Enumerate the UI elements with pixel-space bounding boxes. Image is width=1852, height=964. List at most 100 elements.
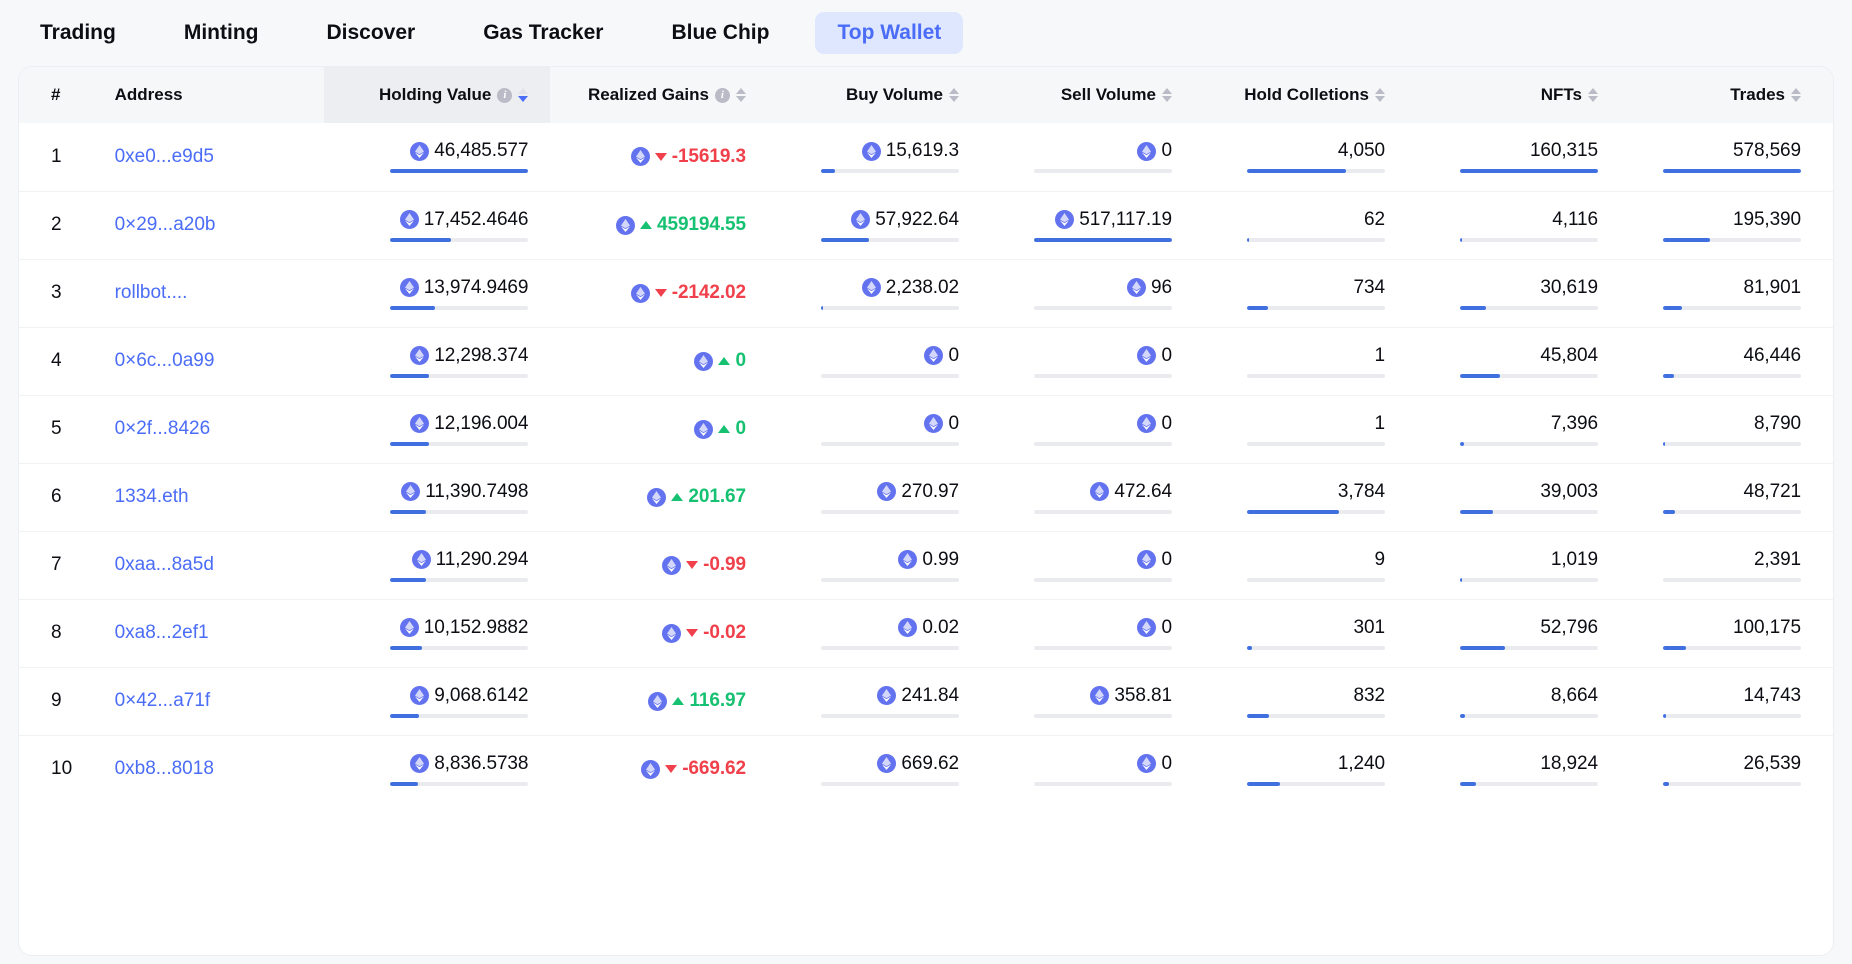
cell-hold: 11,390.7498	[324, 463, 551, 531]
buy-value-row: 0	[924, 413, 959, 435]
nav-item-trading[interactable]: Trading	[18, 12, 138, 54]
nft-progress-bar	[1459, 441, 1598, 446]
hold-cell-content: 9,068.6142	[324, 685, 528, 718]
trd-cell-content: 26,539	[1620, 753, 1801, 786]
buy-value: 0	[948, 344, 959, 366]
nft-cell-content: 1,019	[1407, 549, 1598, 582]
address-link[interactable]: 0×2f...8426	[115, 418, 211, 439]
nav-item-gas-tracker[interactable]: Gas Tracker	[461, 12, 625, 54]
cell-gain: -0.02	[550, 599, 768, 667]
nft-progress-bar	[1459, 509, 1598, 514]
table-header: # Address Holding Value i Realized Gains i Buy…	[19, 67, 1833, 123]
sell-value: 0	[1161, 548, 1172, 570]
header-label-nft: NFTs	[1540, 85, 1582, 104]
table-row[interactable]: 3 rollbot.... 13,974.9469 -2142.02 2,238.02 9…	[19, 259, 1833, 327]
address-link[interactable]: 0×29...a20b	[115, 214, 216, 235]
info-icon[interactable]: i	[497, 87, 513, 103]
table-row[interactable]: 9 0×42...a71f 9,068.6142 116.97 241.84 358.81…	[19, 667, 1833, 735]
nft-progress-bar	[1459, 305, 1598, 310]
sort-arrows-icon[interactable]	[1161, 88, 1172, 102]
top-wallet-table-card: # Address Holding Value i Realized Gains i Buy…	[18, 66, 1834, 956]
sort-arrows-icon[interactable]	[735, 88, 746, 102]
cell-nft: 4,116	[1407, 191, 1620, 259]
address-link[interactable]: 0xaa...8a5d	[115, 554, 214, 575]
table-row[interactable]: 6 1334.eth 11,390.7498 201.67 270.97 472.64 3,…	[19, 463, 1833, 531]
ethereum-diamond-icon	[648, 691, 668, 711]
address-link[interactable]: 0xb8...8018	[115, 758, 214, 779]
gain-cell-content: 116.97	[550, 690, 746, 712]
hold-value: 8,836.5738	[434, 752, 529, 774]
nav-item-discover[interactable]: Discover	[304, 12, 437, 54]
sort-arrows-icon[interactable]	[1791, 88, 1801, 102]
sell-cell-content: 517,117.19	[981, 209, 1172, 242]
gain-value: -0.02	[703, 622, 746, 643]
sort-arrows-icon[interactable]	[1587, 88, 1598, 102]
address-link[interactable]: 1334.eth	[115, 486, 189, 507]
gain-value-row: -0.02	[662, 622, 746, 644]
column-header-coll[interactable]: Hold Colletions	[1193, 67, 1407, 123]
column-header-sell[interactable]: Sell Volume	[980, 67, 1194, 123]
nft-value: 4,116	[1552, 208, 1598, 230]
gain-value-row: 0	[694, 418, 746, 440]
sort-arrows-icon[interactable]	[1374, 88, 1385, 102]
cell-gain: -669.62	[550, 735, 768, 803]
address-link[interactable]: 0xe0...e9d5	[115, 146, 214, 167]
table-row[interactable]: 2 0×29...a20b 17,452.4646 459194.55 57,922.6…	[19, 191, 1833, 259]
table-row[interactable]: 4 0×6c...0a99 12,298.374 0 0 0 1 45,804 46,446	[19, 327, 1833, 395]
address-link[interactable]: 0xa8...2ef1	[115, 622, 209, 643]
nft-value-row: 18,924	[1540, 753, 1598, 775]
table-row[interactable]: 8 0xa8...2ef1 10,152.9882 -0.02 0.02 0 301 52,7…	[19, 599, 1833, 667]
cell-rank: 8	[51, 622, 62, 643]
trd-progress-bar	[1663, 441, 1801, 446]
ethereum-diamond-icon	[1137, 550, 1157, 569]
column-header-trd[interactable]: Trades	[1619, 67, 1833, 123]
sell-progress-bar	[1033, 713, 1172, 718]
ethereum-diamond-icon	[410, 346, 430, 365]
trd-value-row: 195,390	[1733, 209, 1801, 231]
cell-trd: 578,569	[1620, 123, 1833, 191]
column-header-gain[interactable]: Realized Gains i	[550, 67, 768, 123]
hold-progress-bar	[390, 305, 529, 310]
cell-address: 0xaa...8a5d	[95, 531, 324, 599]
ethereum-diamond-icon	[861, 141, 881, 161]
nft-progress-bar	[1459, 577, 1598, 582]
address-link[interactable]: 0×42...a71f	[115, 690, 211, 711]
caret-down-icon	[686, 561, 699, 569]
ethereum-diamond-icon	[1137, 346, 1157, 365]
coll-value-row: 4,050	[1338, 140, 1385, 162]
hold-progress-bar	[390, 577, 529, 582]
nav-item-blue-chip[interactable]: Blue Chip	[649, 12, 791, 54]
ethereum-diamond-icon	[924, 414, 944, 433]
info-icon[interactable]: i	[714, 87, 730, 103]
table-row[interactable]: 5 0×2f...8426 12,196.004 0 0 0 1 7,396 8,790	[19, 395, 1833, 463]
hold-value-row: 8,836.5738	[410, 753, 528, 775]
table-row[interactable]: 1 0xe0...e9d5 46,485.577 -15619.3 15,619.3 0 4…	[19, 123, 1833, 191]
buy-value-row: 57,922.64	[851, 209, 959, 231]
nft-cell-content: 39,003	[1407, 481, 1598, 514]
address-link[interactable]: rollbot....	[115, 282, 188, 303]
coll-cell-content: 1	[1194, 413, 1385, 446]
address-link[interactable]: 0×6c...0a99	[115, 350, 215, 371]
cell-nft: 160,315	[1407, 123, 1620, 191]
nav-item-minting[interactable]: Minting	[162, 12, 281, 54]
sort-arrows-icon[interactable]	[948, 88, 959, 102]
column-header-hold[interactable]: Holding Value i	[323, 67, 551, 123]
table-row[interactable]: 10 0xb8...8018 8,836.5738 -669.62 669.62 0 1,2…	[19, 735, 1833, 803]
buy-progress-bar	[820, 645, 959, 650]
cell-nft: 30,619	[1407, 259, 1620, 327]
cell-rank: 10	[51, 758, 73, 780]
cell-address: 0×42...a71f	[95, 667, 324, 735]
coll-value-row: 832	[1354, 685, 1386, 707]
ethereum-diamond-icon	[898, 618, 918, 637]
nav-item-top-wallet[interactable]: Top Wallet	[815, 12, 964, 54]
cell-coll: 1,240	[1194, 735, 1407, 803]
column-header-buy[interactable]: Buy Volume	[767, 67, 981, 123]
column-header-nft[interactable]: NFTs	[1406, 67, 1620, 123]
buy-value-row: 270.97	[877, 481, 959, 503]
cell-address: rollbot....	[95, 259, 324, 327]
buy-value: 241.84	[901, 684, 959, 706]
ethereum-diamond-icon	[1127, 278, 1146, 297]
ethereum-diamond-icon	[851, 210, 871, 229]
sort-arrows-icon[interactable]	[518, 88, 529, 102]
table-row[interactable]: 7 0xaa...8a5d 11,290.294 -0.99 0.99 0 9 1,019 2,…	[19, 531, 1833, 599]
